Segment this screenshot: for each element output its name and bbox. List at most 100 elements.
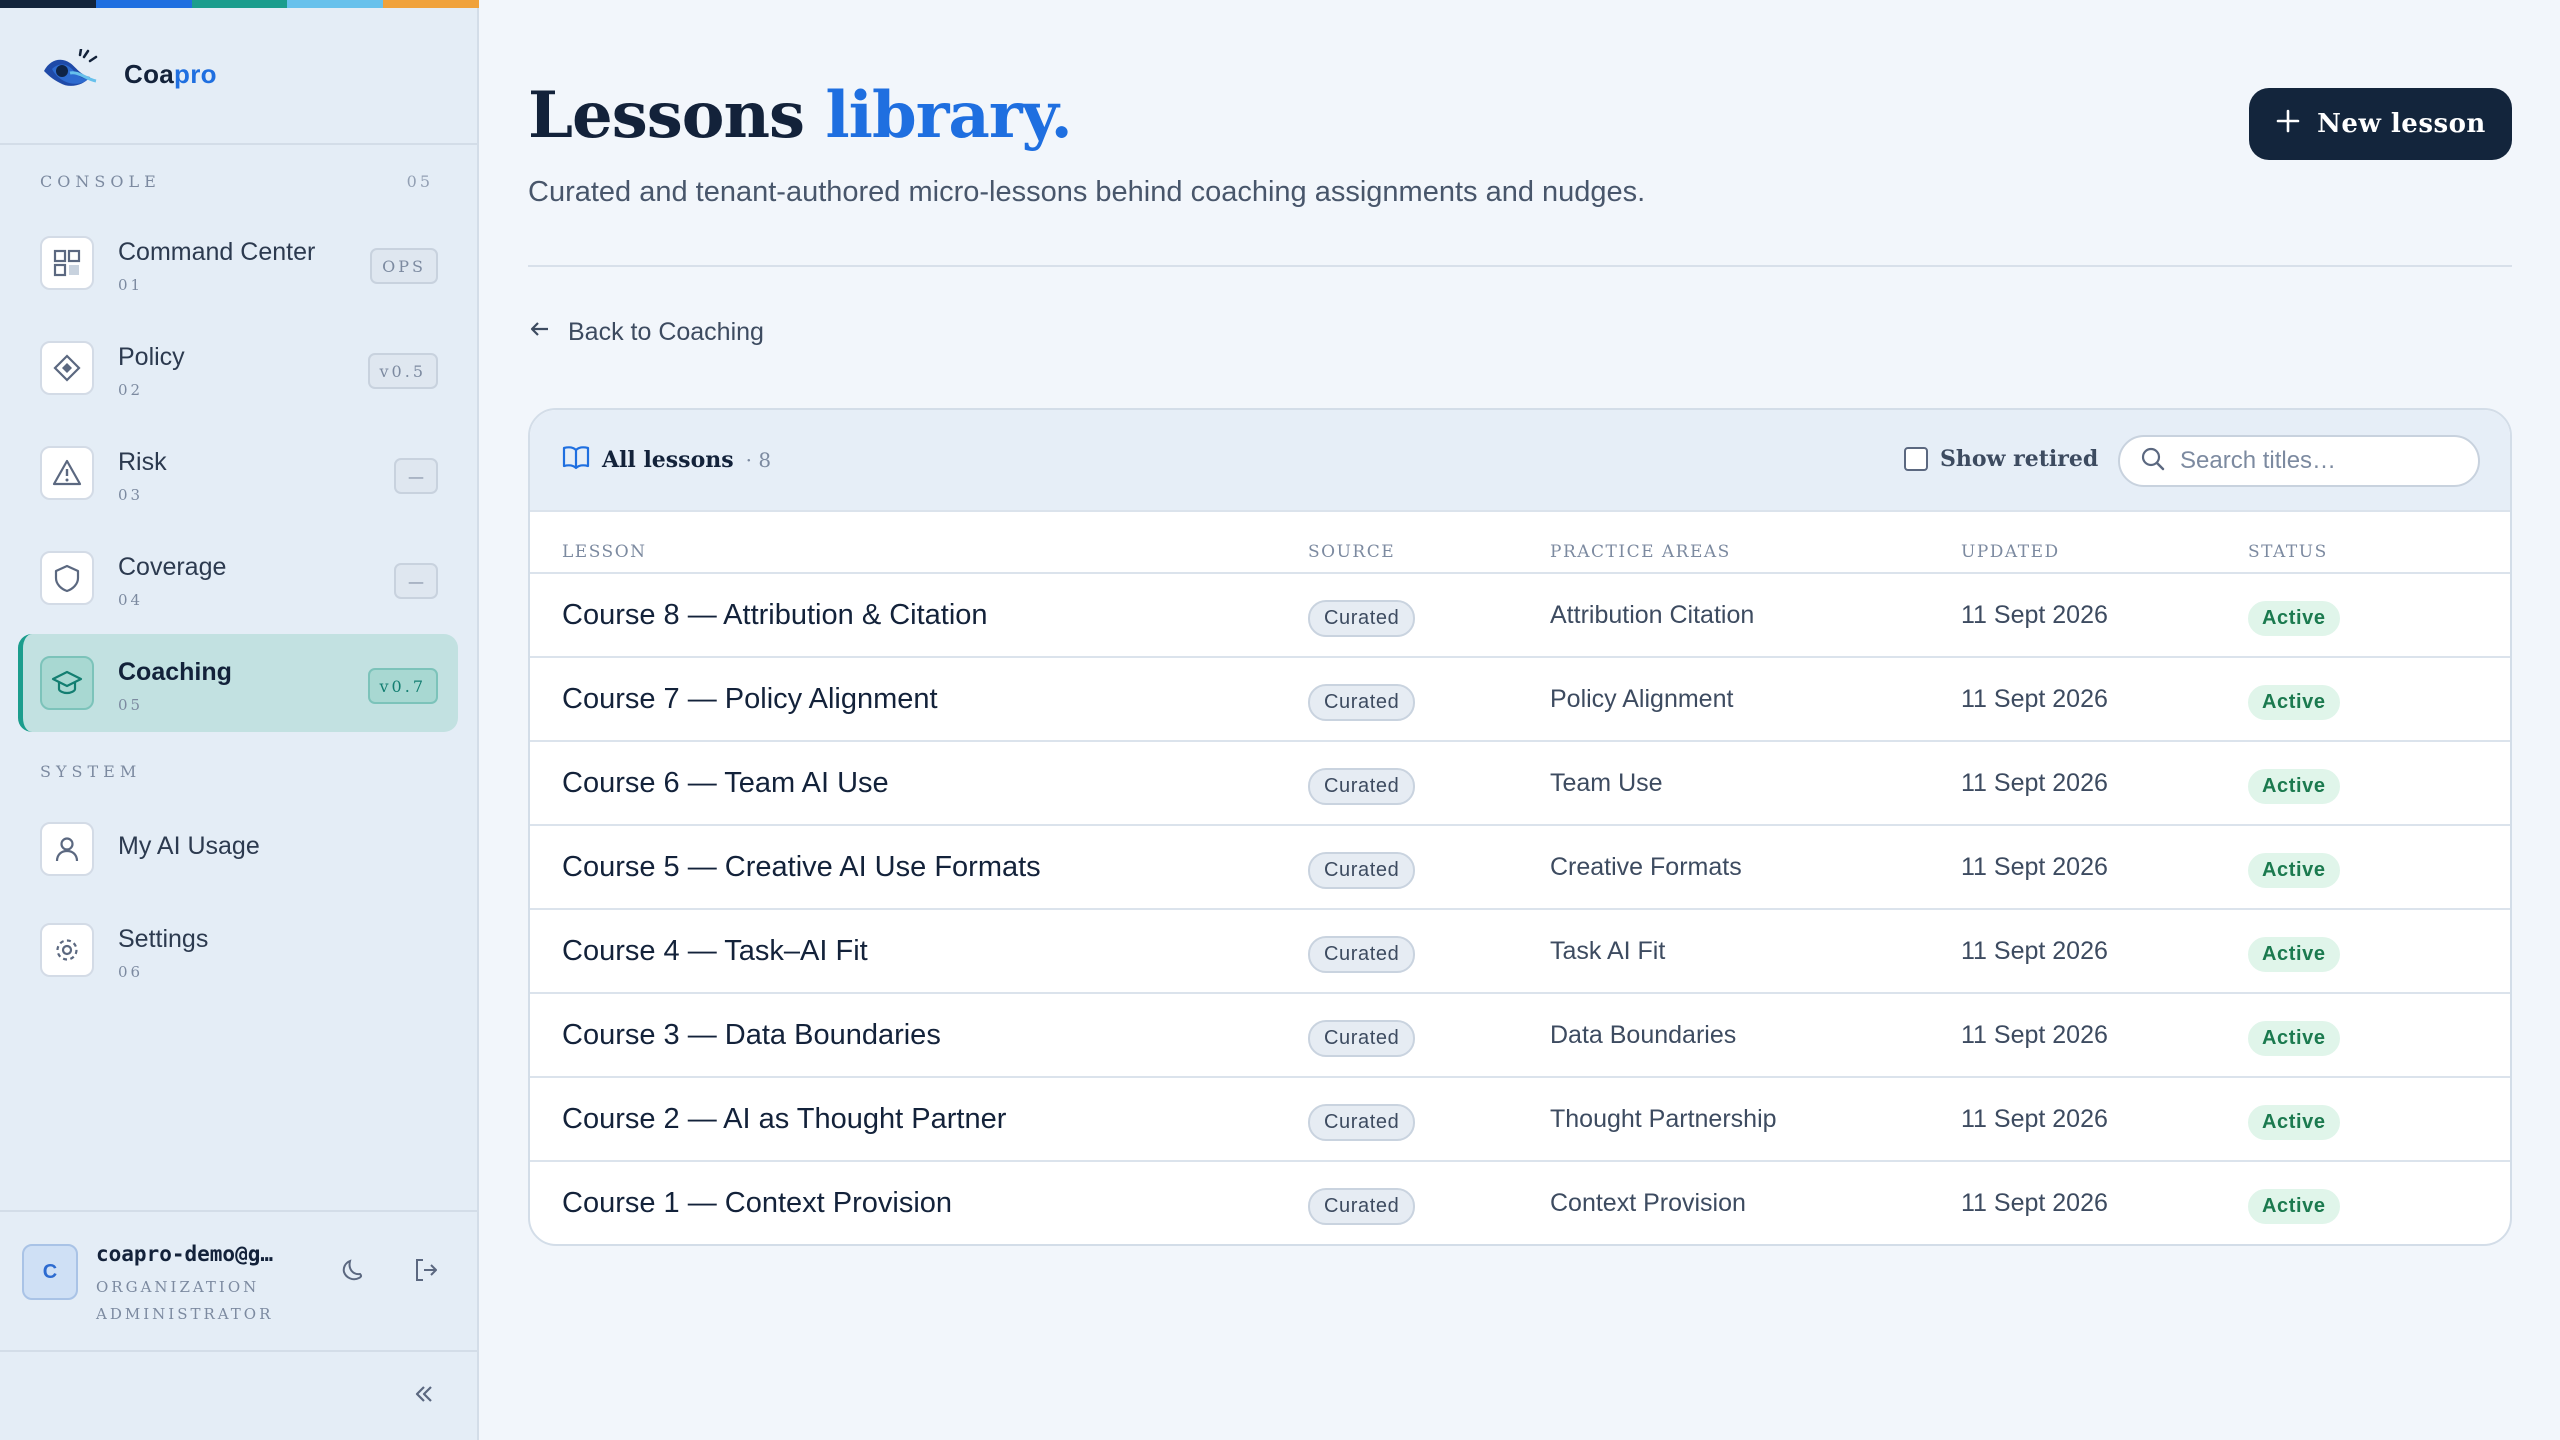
plus-icon <box>2275 108 2301 141</box>
table-row[interactable]: Course 6 — Team AI Use Curated Team Use … <box>530 742 2510 826</box>
updated-date: 11 Sept 2026 <box>1961 936 2108 965</box>
back-link-label: Back to Coaching <box>568 317 764 346</box>
sidebar-item-label: Command Center <box>118 238 316 266</box>
lesson-title: Course 4 — Task–AI Fit <box>562 934 868 967</box>
sidebar-item-badge: — <box>394 458 438 494</box>
table-row[interactable]: Course 5 — Creative AI Use Formats Curat… <box>530 826 2510 910</box>
sidebar-item-number: 02 <box>118 381 144 399</box>
lesson-title: Course 2 — AI as Thought Partner <box>562 1102 1007 1135</box>
sidebar: Coapro CONSOLE 05 Command Center 01 OPS … <box>0 0 479 1440</box>
column-header-updated: UPDATED <box>1961 542 2060 562</box>
updated-date: 11 Sept 2026 <box>1961 852 2108 881</box>
console-section-count: 05 <box>406 172 433 191</box>
source-badge: Curated <box>1308 599 1416 637</box>
lesson-title: Course 6 — Team AI Use <box>562 766 889 799</box>
user-icon <box>40 822 94 876</box>
table-row[interactable]: Course 7 — Policy Alignment Curated Poli… <box>530 658 2510 742</box>
sidebar-item-coverage[interactable]: Coverage 04 — <box>18 529 458 627</box>
sidebar-item-coaching[interactable]: Coaching 05 v0.7 <box>18 634 458 732</box>
stripe-segment-3 <box>191 0 288 8</box>
status-badge: Active <box>2248 1020 2340 1056</box>
updated-date: 11 Sept 2026 <box>1961 1188 2108 1217</box>
show-retired-checkbox[interactable] <box>1904 447 1928 471</box>
search-box[interactable] <box>2118 435 2480 487</box>
status-badge: Active <box>2248 936 2340 972</box>
sidebar-item-risk[interactable]: Risk 03 — <box>18 424 458 522</box>
stripe-segment-1 <box>0 0 96 8</box>
sign-out-button[interactable] <box>408 1254 444 1290</box>
user-panel: C coapro-demo@g… ORGANIZATION ADMINISTRA… <box>0 1210 479 1350</box>
chevrons-left-icon <box>412 1382 436 1411</box>
back-to-coaching-link[interactable]: Back to Coaching <box>528 314 764 350</box>
source-badge: Curated <box>1308 767 1416 805</box>
status-badge: Active <box>2248 768 2340 804</box>
status-badge: Active <box>2248 852 2340 888</box>
updated-date: 11 Sept 2026 <box>1961 768 2108 797</box>
status-badge: Active <box>2248 684 2340 720</box>
sidebar-item-label: Policy <box>118 343 185 371</box>
practice-area: Attribution Citation <box>1550 600 1755 629</box>
sidebar-item-policy[interactable]: Policy 02 v0.5 <box>18 319 458 417</box>
sidebar-item-number: 04 <box>118 591 144 609</box>
table-row[interactable]: Course 3 — Data Boundaries Curated Data … <box>530 994 2510 1078</box>
practice-area: Creative Formats <box>1550 852 1742 881</box>
source-badge: Curated <box>1308 1019 1416 1057</box>
sidebar-item-badge: — <box>394 563 438 599</box>
stripe-segment-5 <box>383 0 479 8</box>
brand-stripe <box>0 0 479 8</box>
search-input[interactable] <box>2180 447 2460 475</box>
source-badge: Curated <box>1308 683 1416 721</box>
new-lesson-button[interactable]: New lesson <box>2249 88 2512 160</box>
lessons-count: · 8 <box>745 447 772 472</box>
show-retired-label: Show retired <box>1940 446 2099 472</box>
column-header-practice-areas: PRACTICE AREAS <box>1550 542 1731 562</box>
page-title: Lessons library. <box>528 78 1073 153</box>
table-row[interactable]: Course 1 — Context Provision Curated Con… <box>530 1162 2510 1244</box>
sidebar-item-command-center[interactable]: Command Center 01 OPS <box>18 214 458 312</box>
book-icon <box>562 444 590 475</box>
practice-area: Task AI Fit <box>1550 936 1666 965</box>
sidebar-item-number: 05 <box>118 696 144 714</box>
header-divider <box>528 265 2512 267</box>
source-badge: Curated <box>1308 1187 1416 1225</box>
search-icon <box>2140 446 2166 477</box>
sidebar-divider <box>0 1350 479 1352</box>
arrow-left-icon <box>528 317 552 348</box>
avatar[interactable]: C <box>22 1244 78 1300</box>
status-badge: Active <box>2248 600 2340 636</box>
show-retired-toggle[interactable]: Show retired <box>1904 446 2098 472</box>
lessons-card: All lessons · 8 Show retired LESSON SOUR… <box>528 408 2512 1246</box>
column-header-lesson: LESSON <box>562 542 647 562</box>
lesson-title: Course 7 — Policy Alignment <box>562 682 938 715</box>
stripe-segment-4 <box>287 0 384 8</box>
sign-out-icon <box>412 1256 440 1289</box>
lesson-title: Course 5 — Creative AI Use Formats <box>562 850 1041 883</box>
table-row[interactable]: Course 8 — Attribution & Citation Curate… <box>530 574 2510 658</box>
sidebar-item-label: Risk <box>118 448 167 476</box>
sidebar-item-number: 03 <box>118 486 144 504</box>
lesson-title: Course 3 — Data Boundaries <box>562 1018 941 1051</box>
user-role: ORGANIZATION ADMINISTRATOR <box>96 1278 274 1323</box>
source-badge: Curated <box>1308 1103 1416 1141</box>
sidebar-divider <box>0 143 479 145</box>
status-badge: Active <box>2248 1104 2340 1140</box>
sidebar-item-badge: OPS <box>370 248 438 284</box>
collapse-sidebar-button[interactable] <box>406 1378 442 1414</box>
lesson-title: Course 1 — Context Provision <box>562 1186 953 1219</box>
sidebar-item-badge: v0.5 <box>367 353 438 389</box>
sidebar-item-number: 01 <box>118 276 144 294</box>
sidebar-item-label: Settings <box>118 925 209 953</box>
practice-area: Policy Alignment <box>1550 684 1734 713</box>
graduation-cap-icon <box>40 656 94 710</box>
brand[interactable]: Coapro <box>40 44 217 104</box>
source-badge: Curated <box>1308 851 1416 889</box>
sidebar-item-my-ai-usage[interactable]: My AI Usage <box>18 800 458 898</box>
theme-toggle-button[interactable] <box>336 1254 372 1290</box>
user-email: coapro-demo@g… <box>96 1242 274 1266</box>
system-section-label: SYSTEM <box>40 762 142 781</box>
lessons-card-header: All lessons · 8 Show retired <box>530 410 2510 512</box>
table-row[interactable]: Course 4 — Task–AI Fit Curated Task AI F… <box>530 910 2510 994</box>
sidebar-item-settings[interactable]: Settings 06 <box>18 901 458 999</box>
table-row[interactable]: Course 2 — AI as Thought Partner Curated… <box>530 1078 2510 1162</box>
moon-icon <box>340 1256 368 1289</box>
